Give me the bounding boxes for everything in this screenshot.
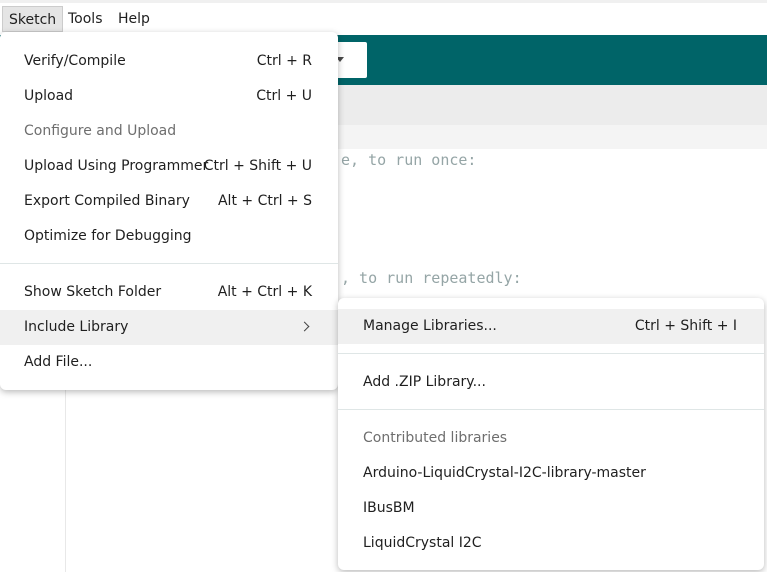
menu-item-label: Optimize for Debugging bbox=[24, 228, 192, 244]
menu-item-export-compiled-binary[interactable]: Export Compiled Binary Alt + Ctrl + S bbox=[0, 184, 338, 219]
menu-item-verify-compile[interactable]: Verify/Compile Ctrl + R bbox=[0, 44, 338, 79]
library-item[interactable]: Arduino-LiquidCrystal-I2C-library-master bbox=[338, 456, 764, 491]
menu-item-label: Upload Using Programmer bbox=[24, 158, 209, 174]
menu-item-label: Export Compiled Binary bbox=[24, 193, 190, 209]
section-header-label: Contributed libraries bbox=[363, 430, 508, 446]
menu-separator bbox=[338, 353, 764, 354]
library-item-label: IBusBM bbox=[363, 500, 415, 516]
sketch-menu: Verify/Compile Ctrl + R Upload Ctrl + U … bbox=[0, 32, 338, 390]
contributed-libraries-header: Contributed libraries bbox=[338, 421, 764, 456]
menu-item-add-file[interactable]: Add File... bbox=[0, 345, 338, 380]
menu-sketch[interactable]: Sketch bbox=[2, 6, 64, 32]
menu-item-shortcut: Ctrl + R bbox=[256, 53, 312, 69]
code-line[interactable]: , to run repeatedly: bbox=[341, 269, 522, 287]
menu-item-label: Show Sketch Folder bbox=[24, 284, 162, 300]
menu-item-include-library[interactable]: Include Library bbox=[0, 310, 338, 345]
menu-item-label: Configure and Upload bbox=[24, 123, 177, 139]
menu-item-manage-libraries[interactable]: Manage Libraries... Ctrl + Shift + I bbox=[338, 309, 764, 344]
menu-item-shortcut: Alt + Ctrl + S bbox=[217, 193, 312, 209]
menu-item-upload-using-programmer[interactable]: Upload Using Programmer Ctrl + Shift + U bbox=[0, 149, 338, 184]
menu-item-shortcut: Alt + Ctrl + K bbox=[217, 284, 312, 300]
chevron-right-icon bbox=[299, 321, 310, 332]
menu-item-show-sketch-folder[interactable]: Show Sketch Folder Alt + Ctrl + K bbox=[0, 275, 338, 310]
code-line[interactable]: e, to run once: bbox=[341, 151, 476, 169]
library-item-label: Arduino-LiquidCrystal-I2C-library-master bbox=[363, 465, 646, 481]
menu-item-label: Add File... bbox=[24, 354, 93, 370]
menu-item-optimize-for-debugging[interactable]: Optimize for Debugging bbox=[0, 219, 338, 254]
menu-item-configure-and-upload: Configure and Upload bbox=[0, 114, 338, 149]
menu-item-shortcut: Ctrl + Shift + I bbox=[634, 318, 737, 334]
library-item[interactable]: IBusBM bbox=[338, 491, 764, 526]
menu-item-label: Upload bbox=[24, 88, 74, 104]
menu-item-shortcut: Ctrl + U bbox=[256, 88, 312, 104]
menu-item-label: Manage Libraries... bbox=[363, 318, 497, 334]
include-library-submenu: Manage Libraries... Ctrl + Shift + I Add… bbox=[338, 298, 764, 570]
menu-item-shortcut: Ctrl + Shift + U bbox=[203, 158, 312, 174]
menu-item-add-zip-library[interactable]: Add .ZIP Library... bbox=[338, 365, 764, 400]
menu-separator bbox=[0, 263, 338, 264]
menubar: Sketch Tools Help bbox=[0, 0, 767, 35]
menu-separator bbox=[338, 409, 764, 410]
menu-tools[interactable]: Tools bbox=[62, 6, 109, 32]
library-item[interactable]: LiquidCrystal I2C bbox=[338, 526, 764, 561]
menu-item-label: Add .ZIP Library... bbox=[363, 374, 486, 390]
menu-item-upload[interactable]: Upload Ctrl + U bbox=[0, 79, 338, 114]
library-item-label: LiquidCrystal I2C bbox=[363, 535, 482, 551]
menu-item-label: Include Library bbox=[24, 319, 129, 335]
menu-item-label: Verify/Compile bbox=[24, 53, 126, 69]
menu-help[interactable]: Help bbox=[112, 6, 156, 32]
